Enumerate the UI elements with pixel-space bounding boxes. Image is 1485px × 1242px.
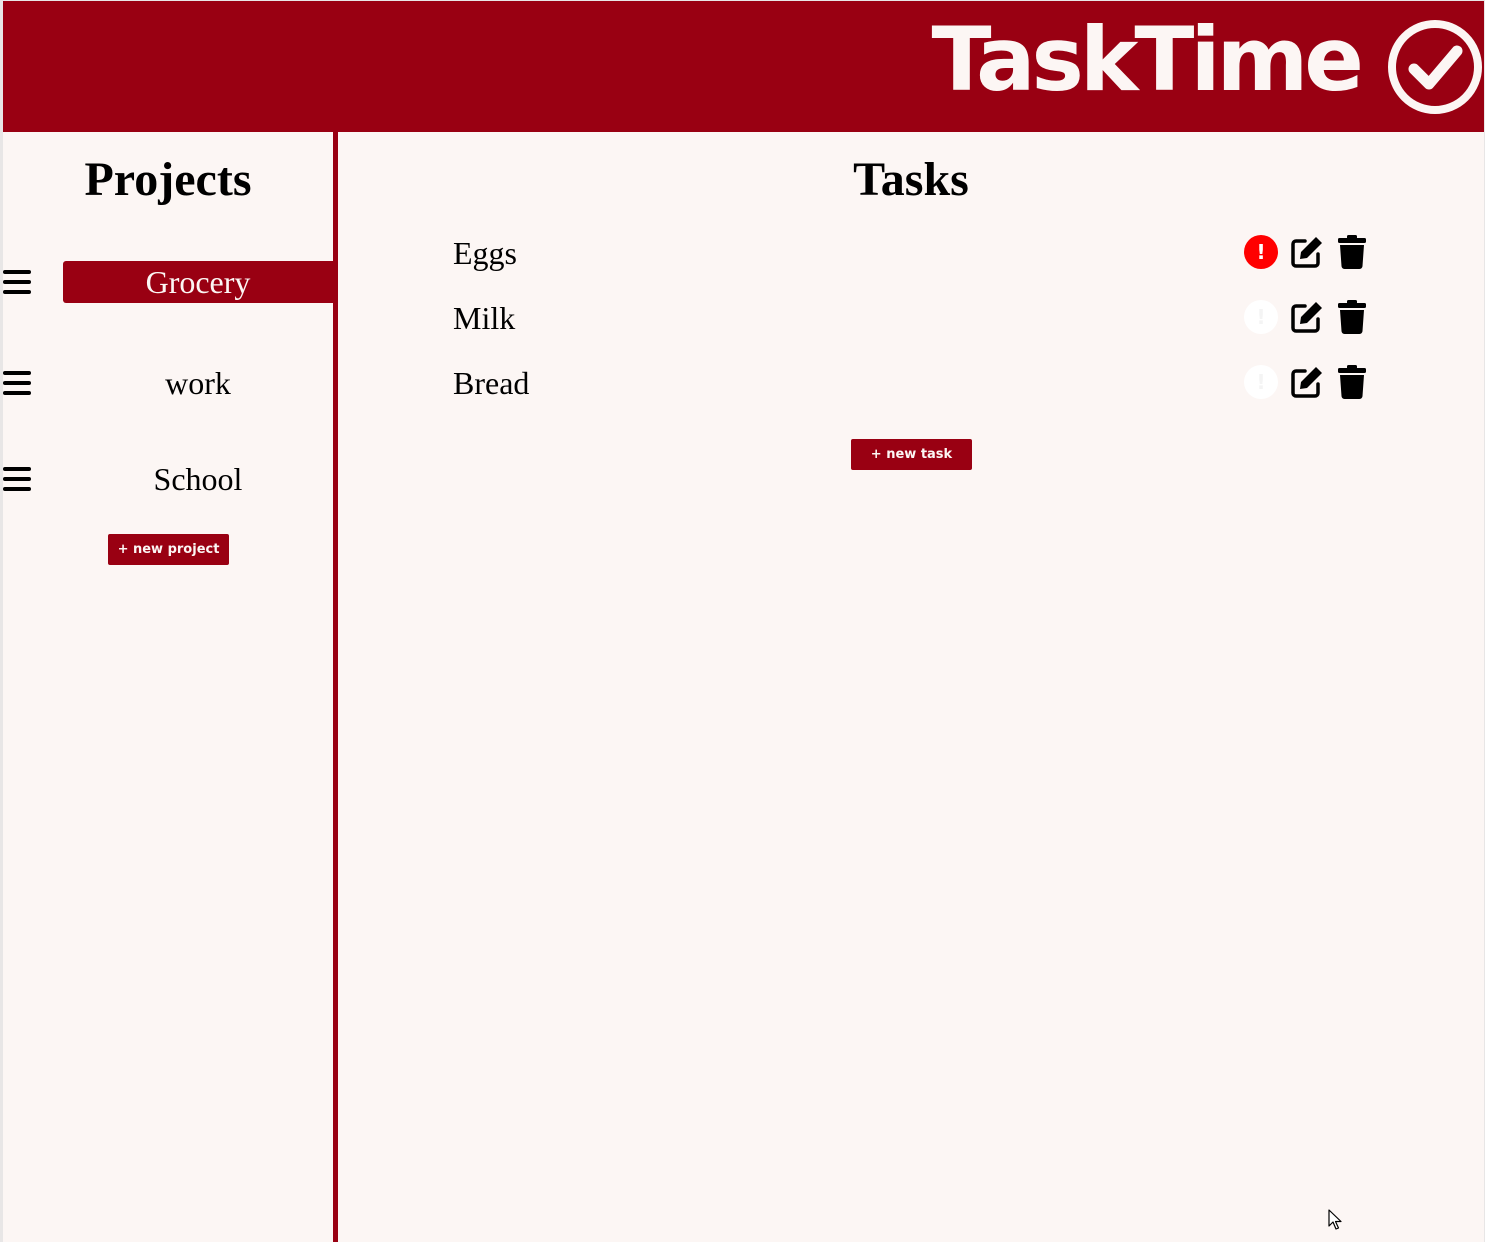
task-row: Bread ! [338,363,1484,403]
edit-icon[interactable] [1290,300,1324,334]
app-title: TaskTime [931,8,1364,111]
tasks-title: Tasks [853,153,969,206]
task-name: Bread [453,365,530,401]
drag-handle-icon[interactable] [3,370,31,396]
task-name: Eggs [453,235,517,271]
new-project-button[interactable]: + new project [108,534,229,565]
edit-icon[interactable] [1290,235,1324,269]
trash-icon[interactable] [1337,365,1367,399]
projects-sidebar: Projects Grocery work School + new proje… [3,132,333,1242]
check-circle-icon [1388,20,1482,114]
trash-icon[interactable] [1337,235,1367,269]
task-row: Milk ! [338,298,1484,338]
trash-icon[interactable] [1337,300,1367,334]
priority-icon[interactable]: ! [1244,365,1278,399]
task-name: Milk [453,300,516,336]
mouse-cursor-icon [1328,1209,1342,1230]
task-actions: ! [1244,365,1374,401]
task-row: Eggs ! [338,233,1484,273]
priority-icon[interactable]: ! [1244,300,1278,334]
project-item-work[interactable]: work [3,362,333,404]
priority-icon[interactable]: ! [1244,235,1278,269]
projects-title: Projects [84,153,252,206]
drag-handle-icon[interactable] [3,269,31,295]
task-actions: ! [1244,235,1374,271]
project-name[interactable]: work [63,362,333,404]
app-header: TaskTime [3,1,1484,132]
new-task-button[interactable]: + new task [851,439,972,470]
project-item-school[interactable]: School [3,458,333,500]
app-page: TaskTime Projects Grocery work School + [3,1,1484,1242]
project-name[interactable]: Grocery [63,261,333,303]
edit-icon[interactable] [1290,365,1324,399]
project-name[interactable]: School [63,458,333,500]
task-actions: ! [1244,300,1374,336]
drag-handle-icon[interactable] [3,466,31,492]
project-item-grocery[interactable]: Grocery [3,261,333,303]
